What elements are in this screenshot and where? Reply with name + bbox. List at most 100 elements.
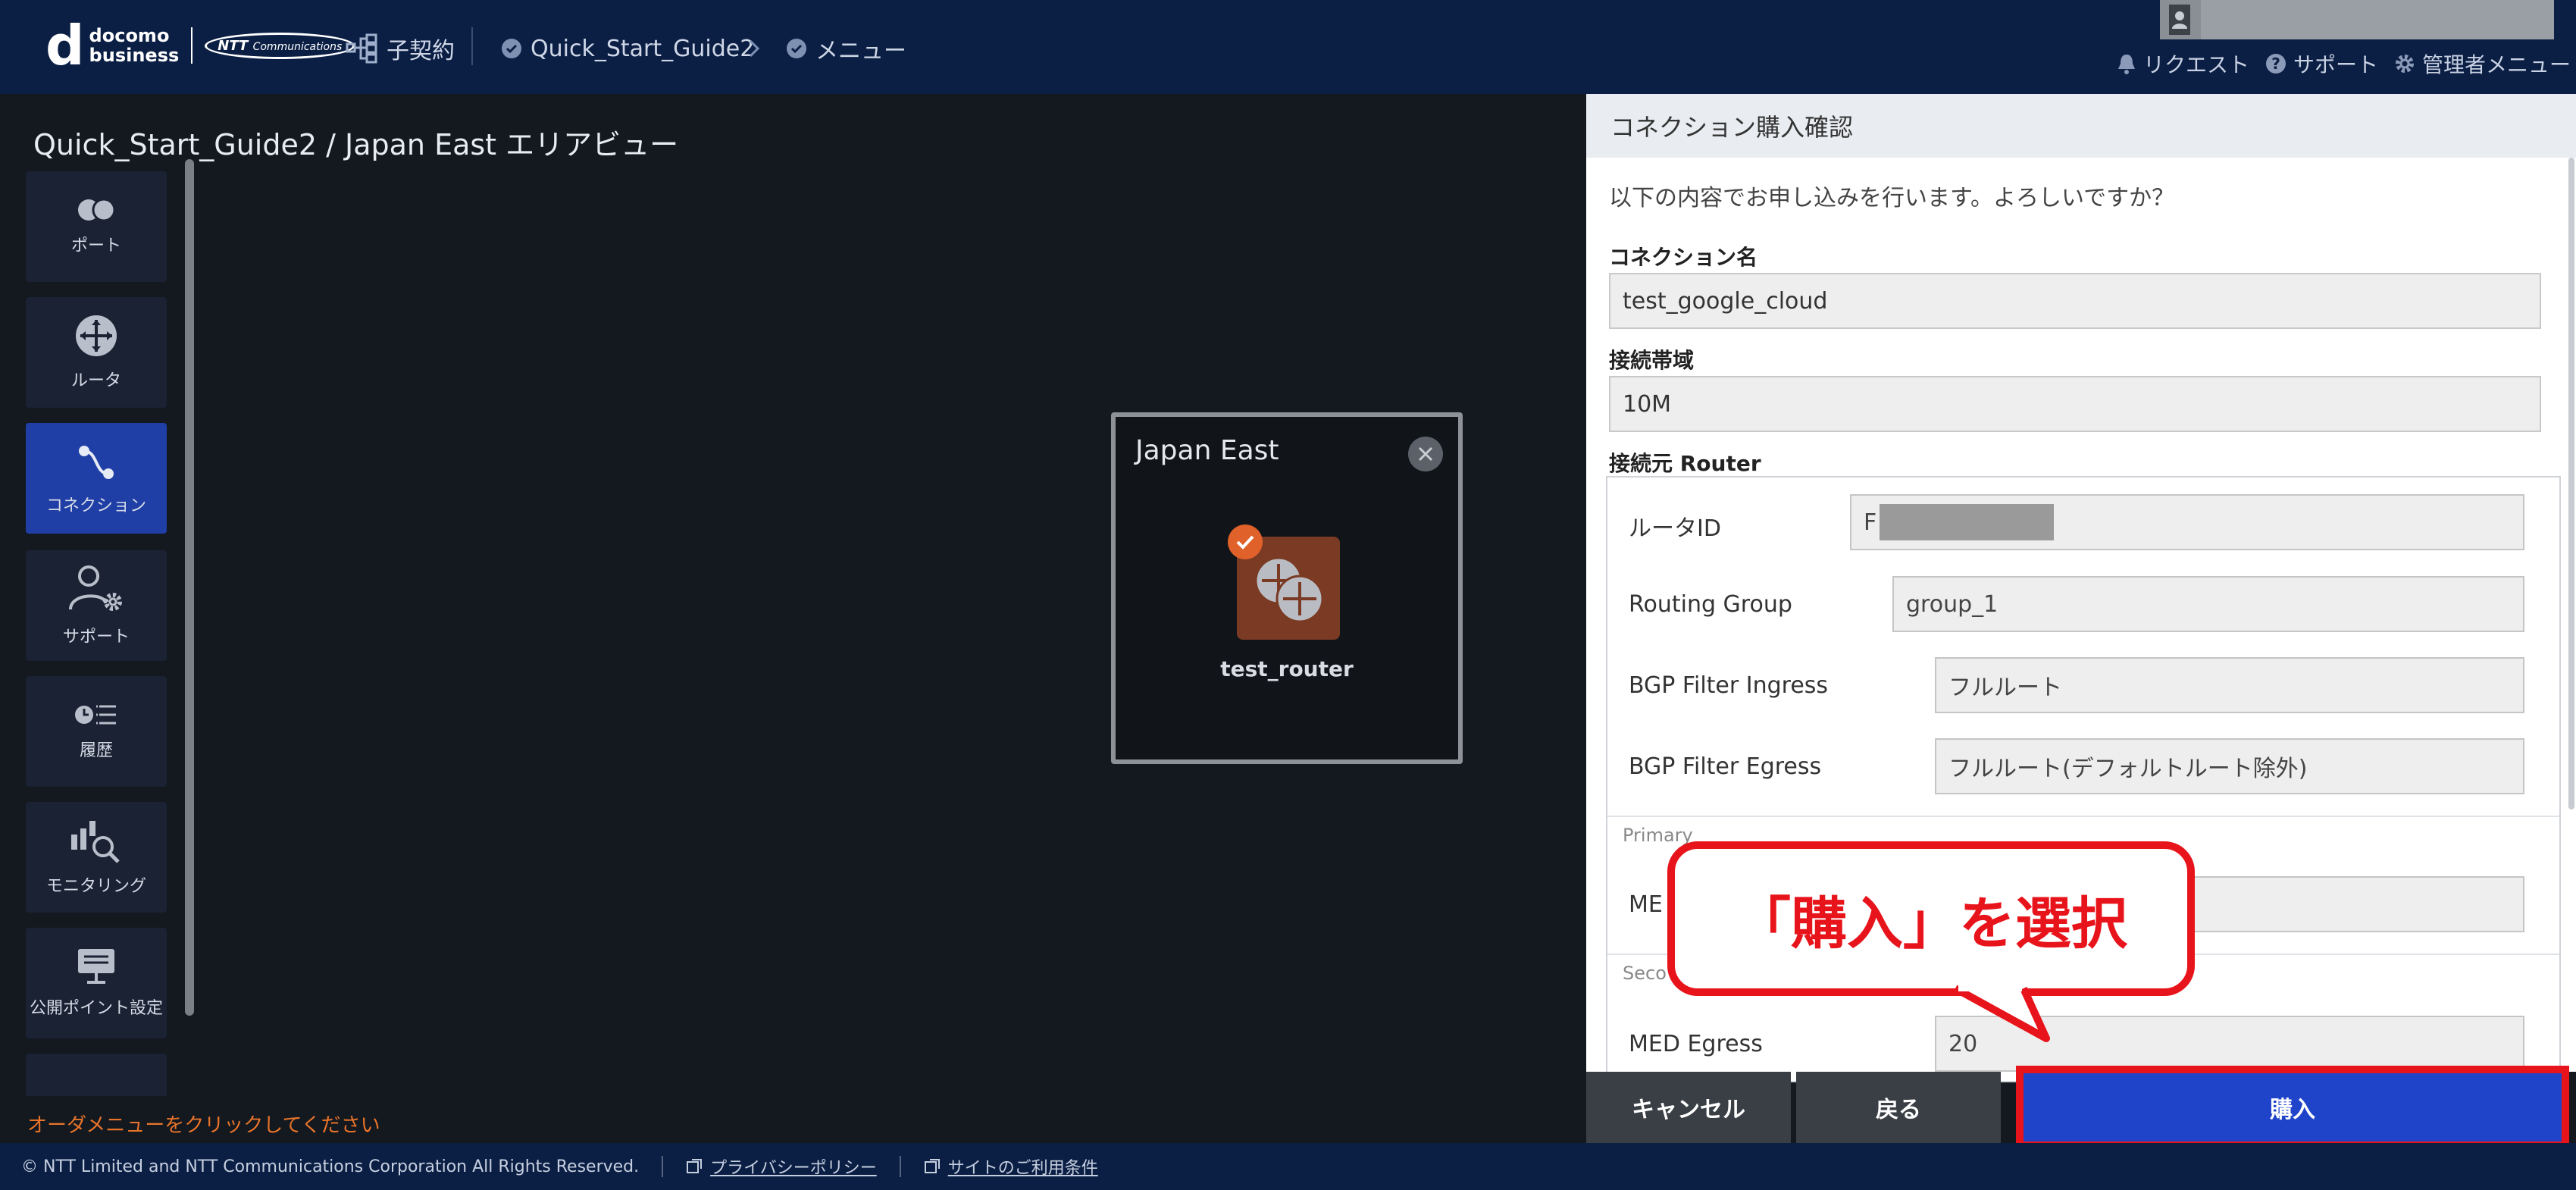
breadcrumb-menu[interactable]: メニュー xyxy=(785,30,906,67)
router-name: test_router xyxy=(1220,656,1354,681)
sidebar-item-connection-label: コネクション xyxy=(45,496,146,515)
monitoring-icon xyxy=(71,821,120,863)
order-menu-sidebar: ポート ルータ コネクション サポート 履歴 モニタリング 公開ポイント設定 xyxy=(26,171,167,1096)
connection-name-label: コネクション名 xyxy=(1609,245,1758,270)
bandwidth-label: 接続帯域 xyxy=(1609,348,1695,373)
check-circle-icon xyxy=(502,39,521,58)
request-label: リクエスト xyxy=(2143,52,2250,77)
panel-scrollbar[interactable] xyxy=(2568,158,2574,810)
logo-divider xyxy=(191,27,193,64)
sidebar-item-more[interactable] xyxy=(26,1054,167,1096)
sidebar-item-monitoring[interactable]: モニタリング xyxy=(26,802,167,913)
connection-icon xyxy=(79,446,114,479)
breadcrumb-contract[interactable]: 子契約 xyxy=(346,30,455,67)
router-icon xyxy=(76,315,117,356)
logo-line1: docomo xyxy=(89,25,170,46)
secondary-section-label: Seco xyxy=(1623,963,1667,984)
breadcrumb-project[interactable]: Quick_Start_Guide2 xyxy=(500,30,754,67)
support-label: サポート xyxy=(2293,52,2379,77)
port-icon xyxy=(78,198,116,222)
routing-group-field: group_1 xyxy=(1892,576,2524,632)
ntt-logo: NTT Communications xyxy=(205,32,355,59)
purchase-button[interactable]: 購入 xyxy=(2016,1066,2569,1149)
gear-icon xyxy=(2396,55,2414,73)
back-button[interactable]: 戻る xyxy=(1796,1072,2001,1143)
callout-tail xyxy=(1955,982,2050,1042)
connection-name-field: test_google_cloud xyxy=(1609,273,2541,329)
privacy-policy-link[interactable]: プライバシーポリシー xyxy=(686,1154,877,1179)
primary-section-label: Primary xyxy=(1623,825,1693,846)
bell-icon xyxy=(2118,55,2135,74)
region-box-japan-east[interactable]: Japan East test_router xyxy=(1111,412,1463,764)
router-pair-icon xyxy=(1254,556,1324,623)
sidebar-item-support[interactable]: サポート xyxy=(26,550,167,661)
bandwidth-field: 10M xyxy=(1609,376,2541,432)
more-item-icon xyxy=(75,1094,117,1096)
instruction-callout: 「購入」を選択 xyxy=(1667,841,2195,996)
terms-of-use-link[interactable]: サイトのご利用条件 xyxy=(924,1154,1098,1179)
router-id-prefix: F xyxy=(1864,509,1877,536)
source-router-label: 接続元 Router xyxy=(1609,451,1761,476)
copyright: © NTT Limited and NTT Communications Cor… xyxy=(21,1157,640,1176)
logo-d: d xyxy=(45,14,85,77)
external-link-icon xyxy=(924,1159,940,1173)
sidebar-scrollbar[interactable] xyxy=(185,159,194,1016)
request-link[interactable]: リクエスト xyxy=(2116,47,2249,80)
sidebar-item-router[interactable]: ルータ xyxy=(26,297,167,408)
breadcrumb-contract-label: 子契約 xyxy=(387,38,455,64)
secondary-med-label: MED Egress xyxy=(1629,1031,1763,1057)
svg-text:?: ? xyxy=(2271,55,2280,73)
history-icon xyxy=(75,705,116,725)
router-selected-check-icon xyxy=(1228,525,1263,559)
breadcrumb-project-label: Quick_Start_Guide2 xyxy=(531,35,755,62)
close-icon[interactable] xyxy=(1408,437,1443,471)
org-tree-icon xyxy=(346,33,377,64)
footer: © NTT Limited and NTT Communications Cor… xyxy=(0,1143,2576,1190)
sidebar-item-router-label: ルータ xyxy=(70,371,121,390)
region-title: Japan East xyxy=(1135,435,1279,466)
callout-text: 「購入」を選択 xyxy=(1735,891,2127,957)
sidebar-item-support-label: サポート xyxy=(62,628,130,647)
section-divider xyxy=(1607,816,2559,817)
logo-line2: business xyxy=(89,45,180,66)
bgp-ingress-field: フルルート xyxy=(1935,657,2524,713)
admin-menu-link[interactable]: 管理者メニュー xyxy=(2393,47,2571,80)
order-menu-hint: オーダメニューをクリックしてください xyxy=(27,1114,380,1137)
cancel-button[interactable]: キャンセル xyxy=(1586,1072,1791,1143)
sidebar-item-port-label: ポート xyxy=(70,236,121,255)
redacted-router-id xyxy=(1880,504,2055,540)
docomo-business-logo[interactable]: d docomo business NTT Communications xyxy=(45,14,355,77)
check-circle-icon xyxy=(787,39,806,58)
header-divider xyxy=(471,27,473,65)
footer-divider xyxy=(899,1156,901,1177)
sidebar-item-port[interactable]: ポート xyxy=(26,171,167,282)
panel-subtitle: 以下の内容でお申し込みを行います。よろしいですか？ xyxy=(1609,185,2175,211)
top-header: d docomo business NTT Communications 子契約… xyxy=(0,0,2576,94)
admin-menu-label: 管理者メニュー xyxy=(2422,52,2571,77)
sidebar-item-connection[interactable]: コネクション xyxy=(26,423,167,534)
bgp-ingress-label: BGP Filter Ingress xyxy=(1629,672,1829,699)
support-user-gear-icon xyxy=(69,565,122,611)
redacted-username xyxy=(2201,0,2554,39)
sidebar-item-monitoring-label: モニタリング xyxy=(45,877,146,896)
support-link[interactable]: ? サポート xyxy=(2265,47,2378,80)
help-circle-icon: ? xyxy=(2266,54,2286,74)
primary-med-label: ME xyxy=(1629,891,1663,918)
breadcrumb-chevron-icon xyxy=(747,30,769,67)
breadcrumb-menu-label: メニュー xyxy=(815,38,906,64)
sidebar-item-history[interactable]: 履歴 xyxy=(26,676,167,787)
panel-title: コネクション購入確認 xyxy=(1586,94,2576,158)
sidebar-item-public-point[interactable]: 公開ポイント設定 xyxy=(26,928,167,1038)
bgp-egress-label: BGP Filter Egress xyxy=(1629,753,1822,780)
footer-divider xyxy=(662,1156,664,1177)
page-title: Quick_Start_Guide2 / Japan East エリアビュー xyxy=(33,128,679,161)
public-point-icon xyxy=(78,949,114,984)
routing-group-label: Routing Group xyxy=(1629,591,1792,618)
user-icon xyxy=(2169,5,2190,35)
router-id-label: ルータID xyxy=(1629,515,1721,542)
user-account-box[interactable] xyxy=(2160,0,2554,39)
router-id-field: F xyxy=(1850,494,2524,550)
bgp-egress-field: フルルート(デフォルトルート除外) xyxy=(1935,738,2524,794)
sidebar-item-public-point-label: 公開ポイント設定 xyxy=(29,999,163,1018)
external-link-icon xyxy=(687,1159,703,1173)
